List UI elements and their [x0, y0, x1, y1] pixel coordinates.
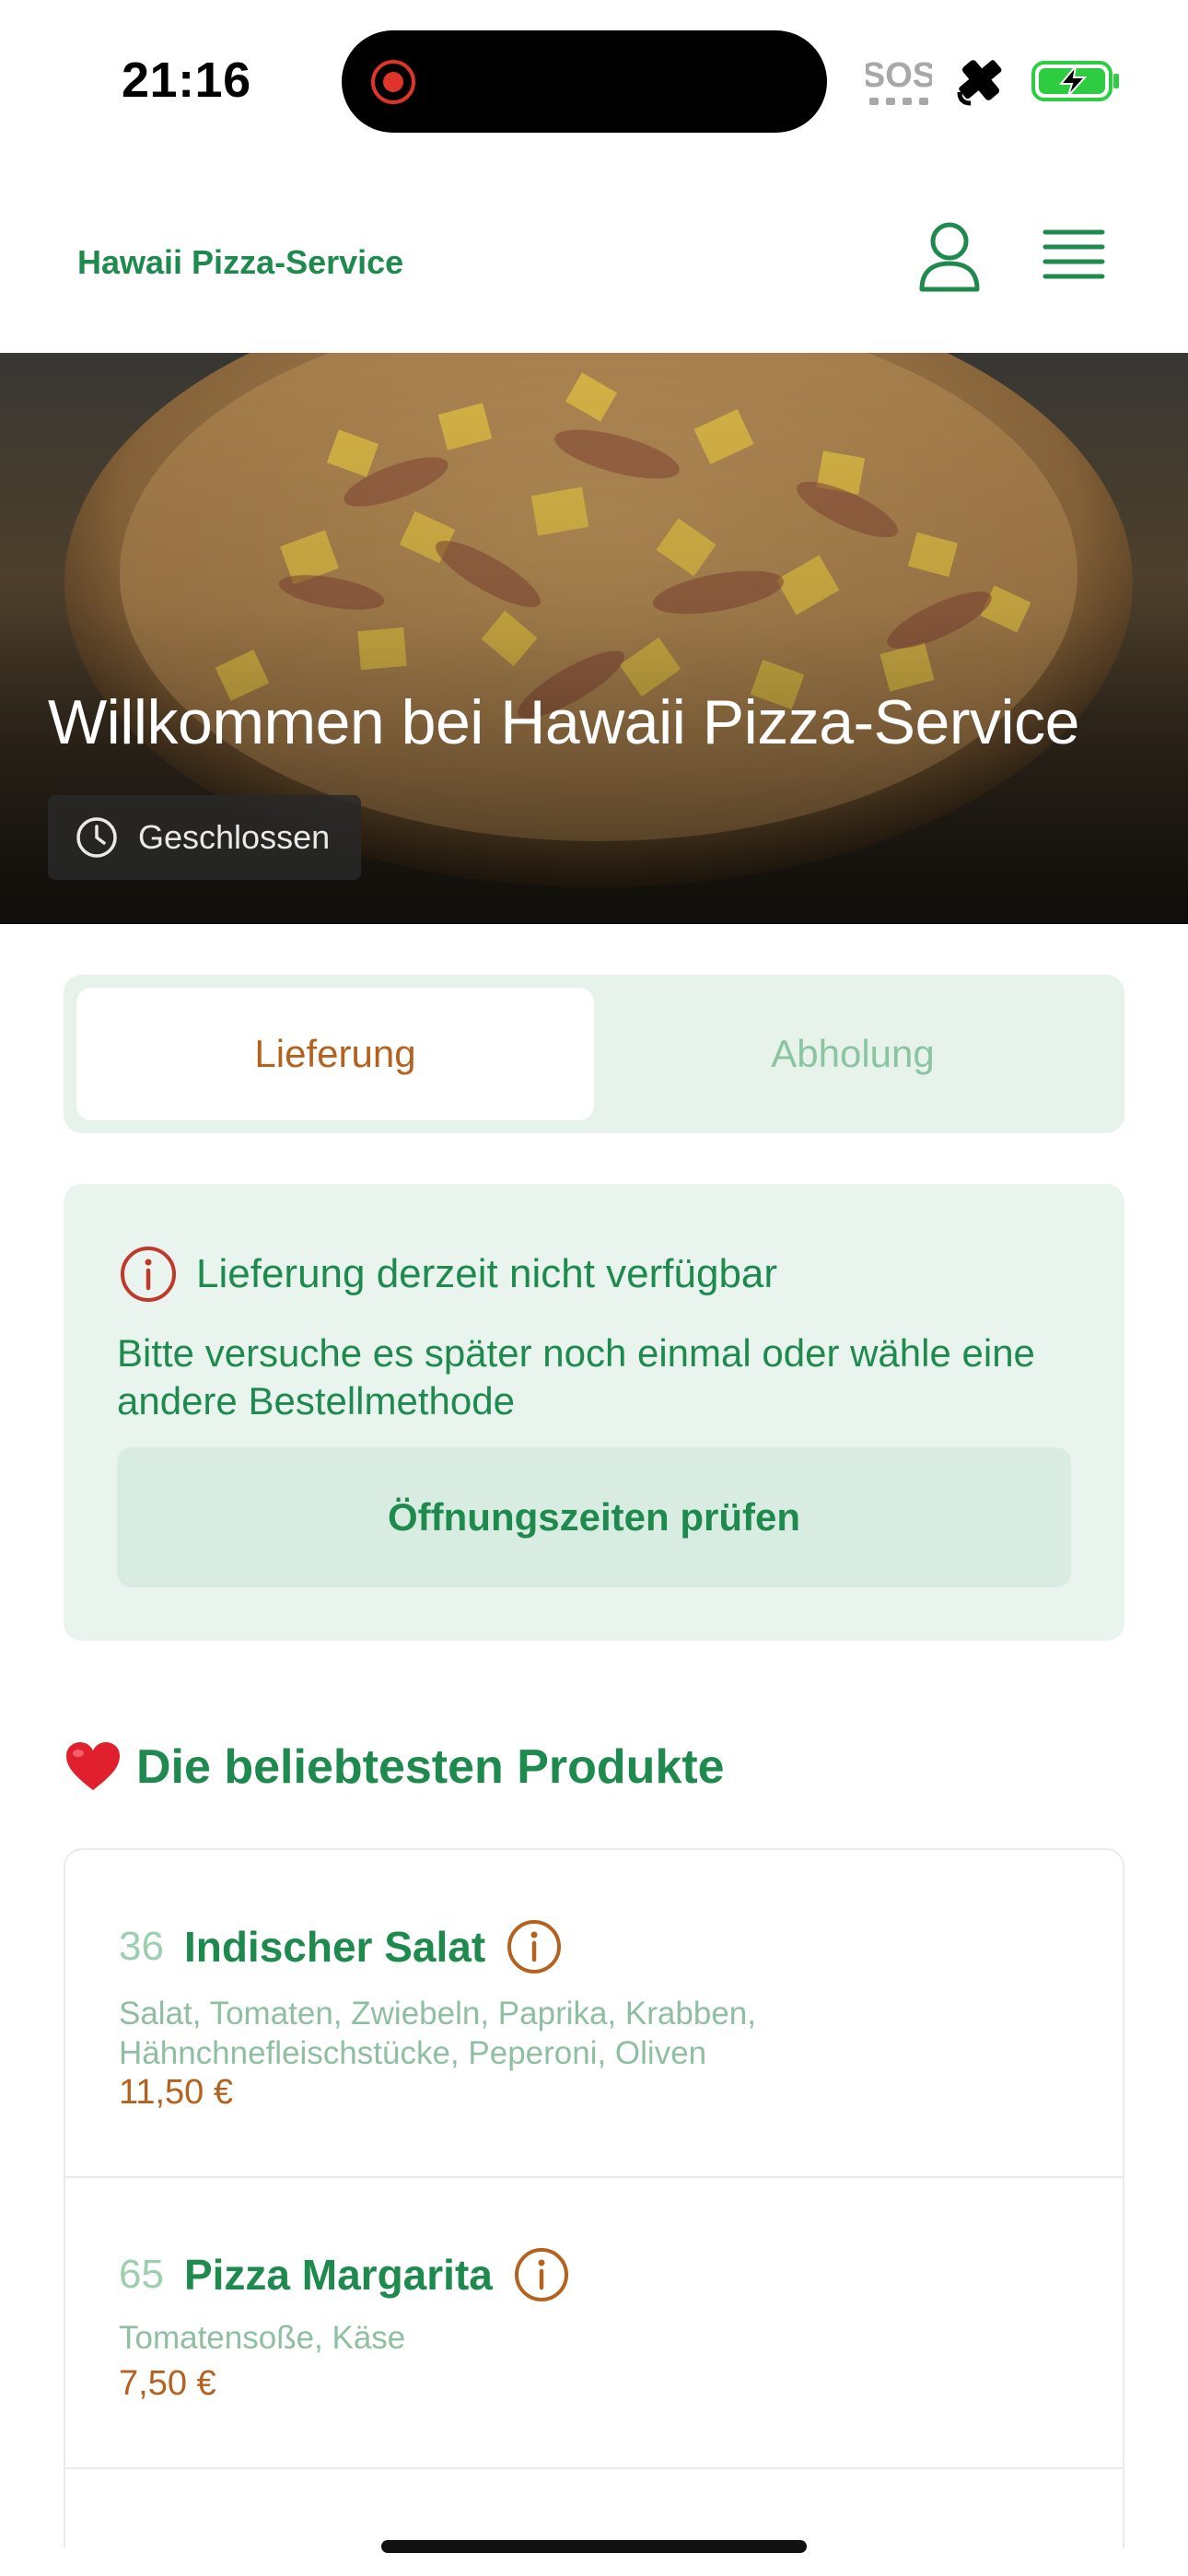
notice-header: Lieferung derzeit nicht verfügbar	[119, 1245, 777, 1304]
satellite-icon	[957, 60, 1002, 106]
store-status-badge: Geschlossen	[48, 795, 361, 880]
product-description: Salat, Tomaten, Zwiebeln, Paprika, Krabb…	[119, 1996, 756, 2071]
svg-text:SOS: SOS	[866, 56, 932, 95]
product-number: 65	[119, 2252, 164, 2297]
product-card[interactable]: 65 Pizza Margarita Tomatensoße, Käse 7,5…	[65, 2178, 1123, 2469]
page: 21:16 SOS Hawaii Pizza-Service Willkomme…	[0, 0, 1188, 2576]
battery-icon	[1031, 61, 1119, 101]
product-list: 36 Indischer Salat Salat, Tomaten, Zwieb…	[64, 1848, 1124, 2548]
product-header: 36 Indischer Salat	[119, 1918, 563, 1975]
info-alert-icon	[121, 1247, 176, 1302]
brand-title[interactable]: Hawaii Pizza-Service	[77, 243, 403, 282]
notice-title: Lieferung derzeit nicht verfügbar	[196, 1251, 778, 1296]
notice-text: Bitte versuche es später noch einmal ode…	[117, 1331, 1035, 1423]
product-description: Tomatensoße, Käse	[119, 2320, 406, 2356]
delivery-unavailable-notice: Lieferung derzeit nicht verfügbar Bitte …	[64, 1184, 1124, 1641]
clock-icon	[76, 817, 117, 858]
product-name: Pizza Margarita	[183, 2251, 493, 2299]
product-info-icon[interactable]	[506, 1918, 563, 1975]
welcome-title: Willkommen bei Hawaii Pizza-Service	[48, 687, 1079, 757]
hero-banner: Willkommen bei Hawaii Pizza-Service Gesc…	[0, 353, 1188, 924]
status-time: 21:16	[122, 53, 251, 108]
order-mode-toggle: Lieferung Abholung	[64, 975, 1124, 1133]
product-info-icon[interactable]	[513, 2246, 570, 2303]
status-bar: 21:16 SOS	[0, 0, 1188, 157]
product-card[interactable]: 36 Indischer Salat Salat, Tomaten, Zwieb…	[65, 1850, 1123, 2178]
section-title: Die beliebtesten Produkte	[136, 1740, 725, 1794]
dynamic-island	[342, 30, 827, 133]
product-price: 11,50 €	[119, 2073, 233, 2112]
product-header: 65 Pizza Margarita	[119, 2246, 570, 2303]
product-number: 36	[119, 1924, 164, 1969]
product-card-partial[interactable]	[65, 2469, 1123, 2548]
popular-products-heading: Die beliebtesten Produkte	[64, 1739, 725, 1795]
tab-delivery[interactable]: Lieferung	[76, 988, 594, 1120]
product-name: Indischer Salat	[183, 1923, 486, 1971]
user-account-icon[interactable]	[916, 221, 983, 293]
store-status-text: Geschlossen	[138, 818, 331, 856]
product-price: 7,50 €	[119, 2364, 216, 2403]
sos-icon: SOS	[866, 56, 932, 105]
hamburger-menu-icon[interactable]	[1042, 227, 1105, 282]
home-indicator[interactable]	[381, 2540, 807, 2553]
heart-icon	[66, 1742, 120, 1790]
recording-indicator-icon	[371, 60, 415, 104]
app-header: Hawaii Pizza-Service	[0, 157, 1188, 353]
tab-pickup[interactable]: Abholung	[594, 988, 1112, 1120]
check-opening-hours-button[interactable]: Öffnungszeiten prüfen	[117, 1447, 1071, 1587]
